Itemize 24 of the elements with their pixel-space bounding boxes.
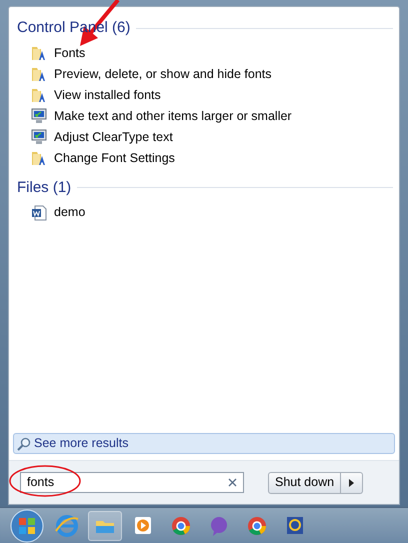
result-item[interactable]: Preview, delete, or show and hide fonts — [9, 64, 399, 84]
fonts-folder-icon — [31, 150, 47, 166]
monitor-icon — [31, 129, 47, 145]
result-item[interactable]: Adjust ClearType text — [9, 126, 399, 148]
fonts-folder-icon — [31, 87, 47, 103]
caret-icon — [349, 478, 354, 486]
result-item[interactable]: Change Font Settings — [9, 148, 399, 168]
group-heading: Files (1) — [17, 178, 72, 198]
fonts-folder-icon — [31, 45, 47, 61]
shut-down-button[interactable]: Shut down — [268, 472, 342, 494]
monitor-icon — [31, 108, 47, 124]
search-icon — [17, 436, 31, 450]
search-text: fonts — [27, 474, 54, 492]
shutdown-options-button[interactable] — [341, 472, 364, 494]
fonts-folder-icon — [31, 66, 47, 82]
search-field[interactable]: fonts — [20, 472, 244, 493]
result-item[interactable]: Fonts — [9, 42, 399, 64]
result-item[interactable]: demo — [9, 202, 399, 223]
result-item[interactable]: View installed fonts — [9, 84, 399, 106]
clear-icon[interactable] — [228, 478, 237, 487]
start-orb-icon[interactable] — [8, 508, 46, 542]
word-document-icon — [31, 204, 47, 220]
result-item[interactable]: Make text and other items larger or smaller — [9, 106, 399, 126]
see-more-results-button[interactable]: See more results — [13, 433, 395, 454]
